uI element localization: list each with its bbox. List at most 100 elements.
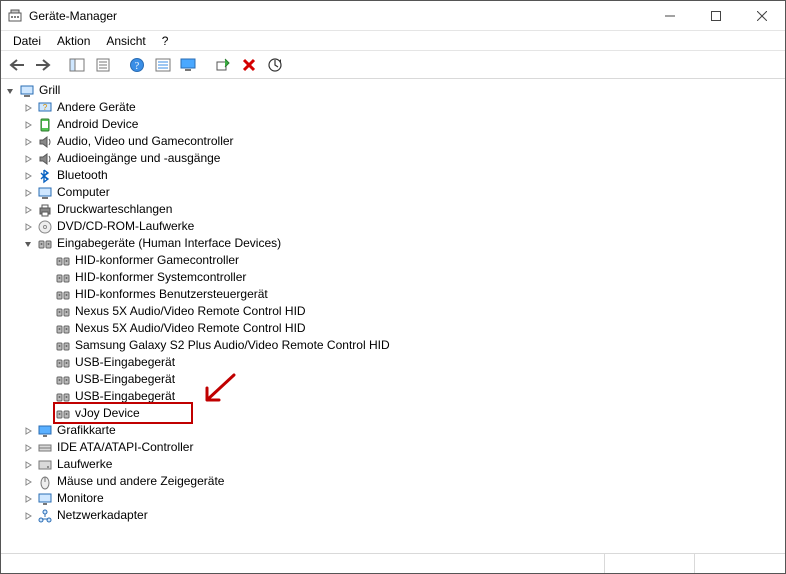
tree-item-8-5[interactable]: Samsung Galaxy S2 Plus Audio/Video Remot…	[3, 337, 783, 354]
expand-icon[interactable]	[21, 509, 35, 523]
tree-item-label: HID-konformer Gamecontroller	[75, 252, 245, 269]
bluetooth-icon	[37, 168, 53, 184]
tree-item-label: Eingabegeräte (Human Interface Devices)	[57, 235, 287, 252]
tree-item-8-7[interactable]: USB-Eingabegerät	[3, 371, 783, 388]
expand-icon[interactable]	[21, 135, 35, 149]
expand-icon[interactable]	[21, 169, 35, 183]
tree-item-8[interactable]: Eingabegeräte (Human Interface Devices)	[3, 235, 783, 252]
printer-icon	[37, 202, 53, 218]
hid-icon	[55, 406, 71, 422]
tree-item-8-9[interactable]: vJoy Device	[3, 405, 783, 422]
tree-item-11[interactable]: Laufwerke	[3, 456, 783, 473]
tree-item-9[interactable]: Grafikkarte	[3, 422, 783, 439]
menu-help[interactable]: ?	[154, 32, 177, 50]
tree-item-label: Andere Geräte	[57, 99, 142, 116]
tree-item-label: USB-Eingabegerät	[75, 371, 181, 388]
tree-item-label: HID-konformer Systemcontroller	[75, 269, 252, 286]
tree-item-4[interactable]: Bluetooth	[3, 167, 783, 184]
svg-text:?: ?	[43, 103, 48, 112]
mouse-icon	[37, 474, 53, 490]
hid-icon	[55, 389, 71, 405]
menu-action[interactable]: Aktion	[49, 32, 98, 50]
tree-item-label: Monitore	[57, 490, 110, 507]
tree-item-14[interactable]: Netzwerkadapter	[3, 507, 783, 524]
tree-item-10[interactable]: IDE ATA/ATAPI-Controller	[3, 439, 783, 456]
update-driver-button[interactable]	[263, 53, 287, 77]
tree-item-3[interactable]: Audioeingänge und -ausgänge	[3, 150, 783, 167]
tree-item-label: Samsung Galaxy S2 Plus Audio/Video Remot…	[75, 337, 396, 354]
expand-icon[interactable]	[21, 441, 35, 455]
expander-none	[39, 322, 53, 336]
tree-item-2[interactable]: Audio, Video und Gamecontroller	[3, 133, 783, 150]
window-title: Geräte-Manager	[29, 9, 117, 23]
tree-item-label: Computer	[57, 184, 116, 201]
expand-icon[interactable]	[21, 118, 35, 132]
tree-item-label: Bluetooth	[57, 167, 114, 184]
tree-item-7[interactable]: DVD/CD-ROM-Laufwerke	[3, 218, 783, 235]
expander-none	[39, 407, 53, 421]
maximize-button[interactable]	[693, 1, 739, 31]
unknown-icon: ?	[37, 100, 53, 116]
menu-file[interactable]: Datei	[5, 32, 49, 50]
tree-item-label: Mäuse und andere Zeigegeräte	[57, 473, 230, 490]
menubar: Datei Aktion Ansicht ?	[1, 31, 785, 51]
tree-item-label: USB-Eingabegerät	[75, 354, 181, 371]
expander-none	[39, 390, 53, 404]
collapse-icon[interactable]	[3, 84, 17, 98]
expand-icon[interactable]	[21, 475, 35, 489]
tree-item-12[interactable]: Mäuse und andere Zeigegeräte	[3, 473, 783, 490]
expand-icon[interactable]	[21, 424, 35, 438]
tree-item-label: USB-Eingabegerät	[75, 388, 181, 405]
tree-item-label: vJoy Device	[75, 405, 146, 422]
tree-item-5[interactable]: Computer	[3, 184, 783, 201]
hid-icon	[55, 304, 71, 320]
audio-icon	[37, 151, 53, 167]
titlebar: Geräte-Manager	[1, 1, 785, 31]
tree-item-8-3[interactable]: Nexus 5X Audio/Video Remote Control HID	[3, 303, 783, 320]
expand-icon[interactable]	[21, 152, 35, 166]
expander-none	[39, 271, 53, 285]
tree-root[interactable]: Grill	[3, 82, 783, 99]
help-button[interactable]: ?	[125, 53, 149, 77]
tree-item-0[interactable]: ? Andere Geräte	[3, 99, 783, 116]
tree-item-6[interactable]: Druckwarteschlangen	[3, 201, 783, 218]
menu-view[interactable]: Ansicht	[98, 32, 153, 50]
tree-item-1[interactable]: Android Device	[3, 116, 783, 133]
tree-item-label: Laufwerke	[57, 456, 118, 473]
minimize-button[interactable]	[647, 1, 693, 31]
remove-device-button[interactable]	[237, 53, 261, 77]
forward-button[interactable]	[31, 53, 55, 77]
device-tree[interactable]: Grill? Andere GeräteAndroid DeviceAudio, …	[3, 81, 783, 551]
properties-button[interactable]	[91, 53, 115, 77]
close-button[interactable]	[739, 1, 785, 31]
tree-item-8-4[interactable]: Nexus 5X Audio/Video Remote Control HID	[3, 320, 783, 337]
tree-item-8-6[interactable]: USB-Eingabegerät	[3, 354, 783, 371]
back-button[interactable]	[5, 53, 29, 77]
disc-icon	[37, 219, 53, 235]
tree-item-label: HID-konformes Benutzersteuergerät	[75, 286, 274, 303]
tree-item-8-2[interactable]: HID-konformes Benutzersteuergerät	[3, 286, 783, 303]
expand-icon[interactable]	[21, 101, 35, 115]
display-icon	[37, 423, 53, 439]
hid-icon	[37, 236, 53, 252]
monitor-button[interactable]	[177, 53, 201, 77]
collapse-icon[interactable]	[21, 237, 35, 251]
ide-icon	[37, 440, 53, 456]
expand-icon[interactable]	[21, 458, 35, 472]
tree-item-label: Netzwerkadapter	[57, 507, 154, 524]
expand-icon[interactable]	[21, 220, 35, 234]
tree-item-8-8[interactable]: USB-Eingabegerät	[3, 388, 783, 405]
expand-icon[interactable]	[21, 492, 35, 506]
scan-hardware-button[interactable]	[211, 53, 235, 77]
hid-icon	[55, 338, 71, 354]
list-button[interactable]	[151, 53, 175, 77]
android-icon	[37, 117, 53, 133]
show-hide-tree-button[interactable]	[65, 53, 89, 77]
tree-item-8-1[interactable]: HID-konformer Systemcontroller	[3, 269, 783, 286]
tree-item-13[interactable]: Monitore	[3, 490, 783, 507]
expand-icon[interactable]	[21, 203, 35, 217]
hid-icon	[55, 355, 71, 371]
tree-item-8-0[interactable]: HID-konformer Gamecontroller	[3, 252, 783, 269]
expand-icon[interactable]	[21, 186, 35, 200]
hid-icon	[55, 287, 71, 303]
